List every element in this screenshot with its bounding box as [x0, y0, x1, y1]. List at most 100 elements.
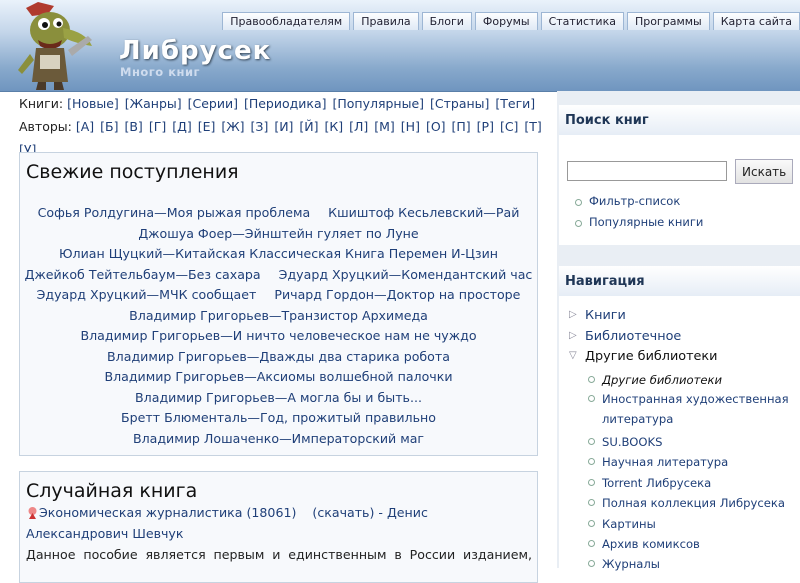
author-letter-link[interactable]: [О]	[426, 119, 446, 134]
books-label: Книги:	[19, 96, 64, 111]
fresh-book-link[interactable]: Владимир Григорьев—Дважды два старика ро…	[107, 349, 450, 364]
author-letter-link[interactable]: [Б]	[100, 119, 118, 134]
nav-subitem-label: Научная литература	[602, 455, 729, 469]
fresh-book-link[interactable]: Владимир Григорьев—Аксиомы волшебной пал…	[104, 369, 452, 384]
fresh-arrivals-row: Бретт Блюменталь—Год, прожитый правильно	[20, 408, 537, 428]
fresh-book-link[interactable]: Эдуард Хруцкий—МЧК сообщает	[37, 287, 257, 302]
nav-subitem[interactable]: Иностранная художественная литература	[588, 389, 792, 429]
nav-subitem-label: Torrent Либрусека	[602, 476, 712, 490]
fresh-book-link[interactable]: Джошуа Фоер—Эйнштейн гуляет по Луне	[138, 226, 418, 241]
random-book-title: Случайная книга	[26, 480, 198, 502]
nav-subitem-label: Иностранная художественная литература	[602, 392, 789, 426]
fresh-arrivals-row: Владимир Григорьев—Транзистор Архимеда	[20, 306, 537, 326]
author-letter-link[interactable]: [Е]	[198, 119, 216, 134]
triangle-down-icon: ▽	[569, 350, 577, 361]
books-filter-link[interactable]: [Теги]	[495, 96, 535, 111]
search-button[interactable]: Искать	[735, 159, 793, 184]
nav-subitem-label: Архив комиксов	[602, 537, 700, 551]
nav-item-books[interactable]: ▷ Книги	[569, 308, 626, 323]
download-link[interactable]: (скачать)	[312, 505, 374, 520]
nav-subitem[interactable]: Полная коллекция Либрусека	[588, 493, 792, 513]
nav-subitem-label: Журналы	[602, 557, 660, 571]
fresh-book-link[interactable]: Владимир Григорьев—А могла бы и быть...	[135, 390, 422, 405]
bullet-icon	[588, 395, 595, 402]
fresh-book-link[interactable]: Эдуард Хруцкий—Комендантский час	[279, 267, 533, 282]
fresh-arrivals-row: Джошуа Фоер—Эйнштейн гуляет по Луне	[20, 224, 537, 244]
search-input[interactable]	[567, 161, 727, 181]
search-block: Поиск книг Искать Фильтр-список Популярн…	[559, 105, 800, 245]
nav-subitem[interactable]: Архив комиксов	[588, 534, 792, 554]
fresh-book-link[interactable]: Ричард Гордон—Доктор на просторе	[274, 287, 520, 302]
right-sidebar: Поиск книг Искать Фильтр-список Популярн…	[557, 91, 800, 576]
books-filter-link[interactable]: [Новые]	[67, 96, 119, 111]
books-filter-link[interactable]: [Периодика]	[244, 96, 327, 111]
bullet-icon	[588, 560, 595, 567]
book-icon	[28, 507, 37, 519]
fresh-arrivals-row: Джейкоб Тейтельбаум—Без сахара Эдуард Хру…	[20, 265, 537, 285]
nav-subitem[interactable]: SU.BOOKS	[588, 432, 792, 452]
nav-subitem[interactable]: Другие библиотеки	[588, 370, 792, 390]
books-filter-link[interactable]: [Жанры]	[125, 96, 182, 111]
author-letter-link[interactable]: [М]	[374, 119, 395, 134]
bullet-icon	[588, 479, 595, 486]
random-book-description: Данное пособие является первым и единств…	[26, 547, 532, 562]
fresh-book-link[interactable]: Софья Ролдугина—Моя рыжая проблема	[38, 205, 311, 220]
author-letter-link[interactable]: [З]	[251, 119, 269, 134]
nav-subitem[interactable]: Журналы	[588, 554, 792, 574]
fresh-book-link[interactable]: Владимир Григорьев—Транзистор Архимеда	[129, 308, 428, 323]
author-letter-link[interactable]: [П]	[452, 119, 471, 134]
fresh-book-link[interactable]: Кшиштоф Кесьлевский—Рай	[328, 205, 519, 220]
author-letter-link[interactable]: [Ж]	[221, 119, 244, 134]
nav-subitem[interactable]: Torrent Либрусека	[588, 473, 792, 493]
books-filter-link[interactable]: [Серии]	[188, 96, 238, 111]
fresh-arrivals-row: Владимир Григорьев—А могла бы и быть...	[20, 388, 537, 408]
tab-statistics[interactable]: Статистика	[540, 12, 624, 30]
nav-subitem[interactable]: Научная литература	[588, 452, 792, 472]
fresh-book-link[interactable]: Владимир Григорьев—И ничто человеческое …	[80, 328, 476, 343]
books-filter-link[interactable]: [Страны]	[430, 96, 489, 111]
fresh-book-link[interactable]: Юлиан Щуцкий—Китайская Классическая Книг…	[59, 246, 498, 261]
triangle-right-icon: ▷	[569, 309, 577, 320]
site-name[interactable]: Либрусек	[119, 36, 271, 66]
authors-label: Авторы:	[19, 119, 72, 134]
bullet-icon	[588, 438, 595, 445]
author-letter-link[interactable]: [С]	[500, 119, 518, 134]
filter-list-link[interactable]: Фильтр-список	[575, 194, 680, 208]
nav-item-other-libraries[interactable]: ▽ Другие библиотеки	[569, 349, 717, 364]
bullet-icon	[588, 458, 595, 465]
fresh-arrivals-row: Софья Ролдугина—Моя рыжая проблема Кшишто…	[20, 203, 537, 223]
author-letter-link[interactable]: [Г]	[149, 119, 166, 134]
search-block-title: Поиск книг	[559, 105, 800, 135]
author-letter-link[interactable]: [В]	[124, 119, 142, 134]
nav-subitem-label: Другие библиотеки	[602, 373, 723, 387]
tab-sitemap[interactable]: Карта сайта	[712, 12, 800, 30]
books-filter-row: Книги: [Новые] [Жанры] [Серии] [Периодик…	[19, 92, 544, 115]
author-letter-link[interactable]: [А]	[76, 119, 94, 134]
author-letter-link[interactable]: [Н]	[401, 119, 420, 134]
tab-forums[interactable]: Форумы	[474, 12, 538, 30]
random-book-link[interactable]: Экономическая журналистика (18061)	[39, 505, 296, 520]
tab-rules[interactable]: Правила	[353, 12, 419, 30]
fresh-book-link[interactable]: Владимир Лошаченко—Императорский маг	[133, 431, 424, 446]
site-slogan: Много книг	[120, 65, 201, 79]
popular-books-link[interactable]: Популярные книги	[575, 215, 703, 229]
author-letter-link[interactable]: [Р]	[477, 119, 494, 134]
tab-rightholders[interactable]: Правообладателям	[222, 12, 351, 30]
fresh-book-link[interactable]: Бретт Блюменталь—Год, прожитый правильно	[121, 410, 436, 425]
random-book-panel: Случайная книга Экономическая журналисти…	[19, 471, 538, 583]
fresh-book-link[interactable]: Джейкоб Тейтельбаум—Без сахара	[25, 267, 261, 282]
author-letter-link[interactable]: [И]	[274, 119, 293, 134]
nav-subitem[interactable]: Картины	[588, 514, 792, 534]
tab-blogs[interactable]: Блоги	[421, 12, 472, 30]
author-letter-link[interactable]: [Й]	[299, 119, 318, 134]
goblin-mascot-logo[interactable]	[8, 0, 108, 91]
nav-item-library[interactable]: ▷ Библиотечное	[569, 329, 681, 344]
author-letter-link[interactable]: [К]	[325, 119, 344, 134]
author-letter-link[interactable]: [Л]	[349, 119, 368, 134]
bullet-icon	[588, 540, 595, 547]
tab-programs[interactable]: Программы	[626, 12, 710, 30]
books-filter-link[interactable]: [Популярные]	[332, 96, 424, 111]
author-letter-link[interactable]: [Т]	[524, 119, 541, 134]
author-letter-link[interactable]: [Д]	[172, 119, 192, 134]
fresh-arrivals-row: Владимир Григорьев—Дважды два старика ро…	[20, 347, 537, 367]
